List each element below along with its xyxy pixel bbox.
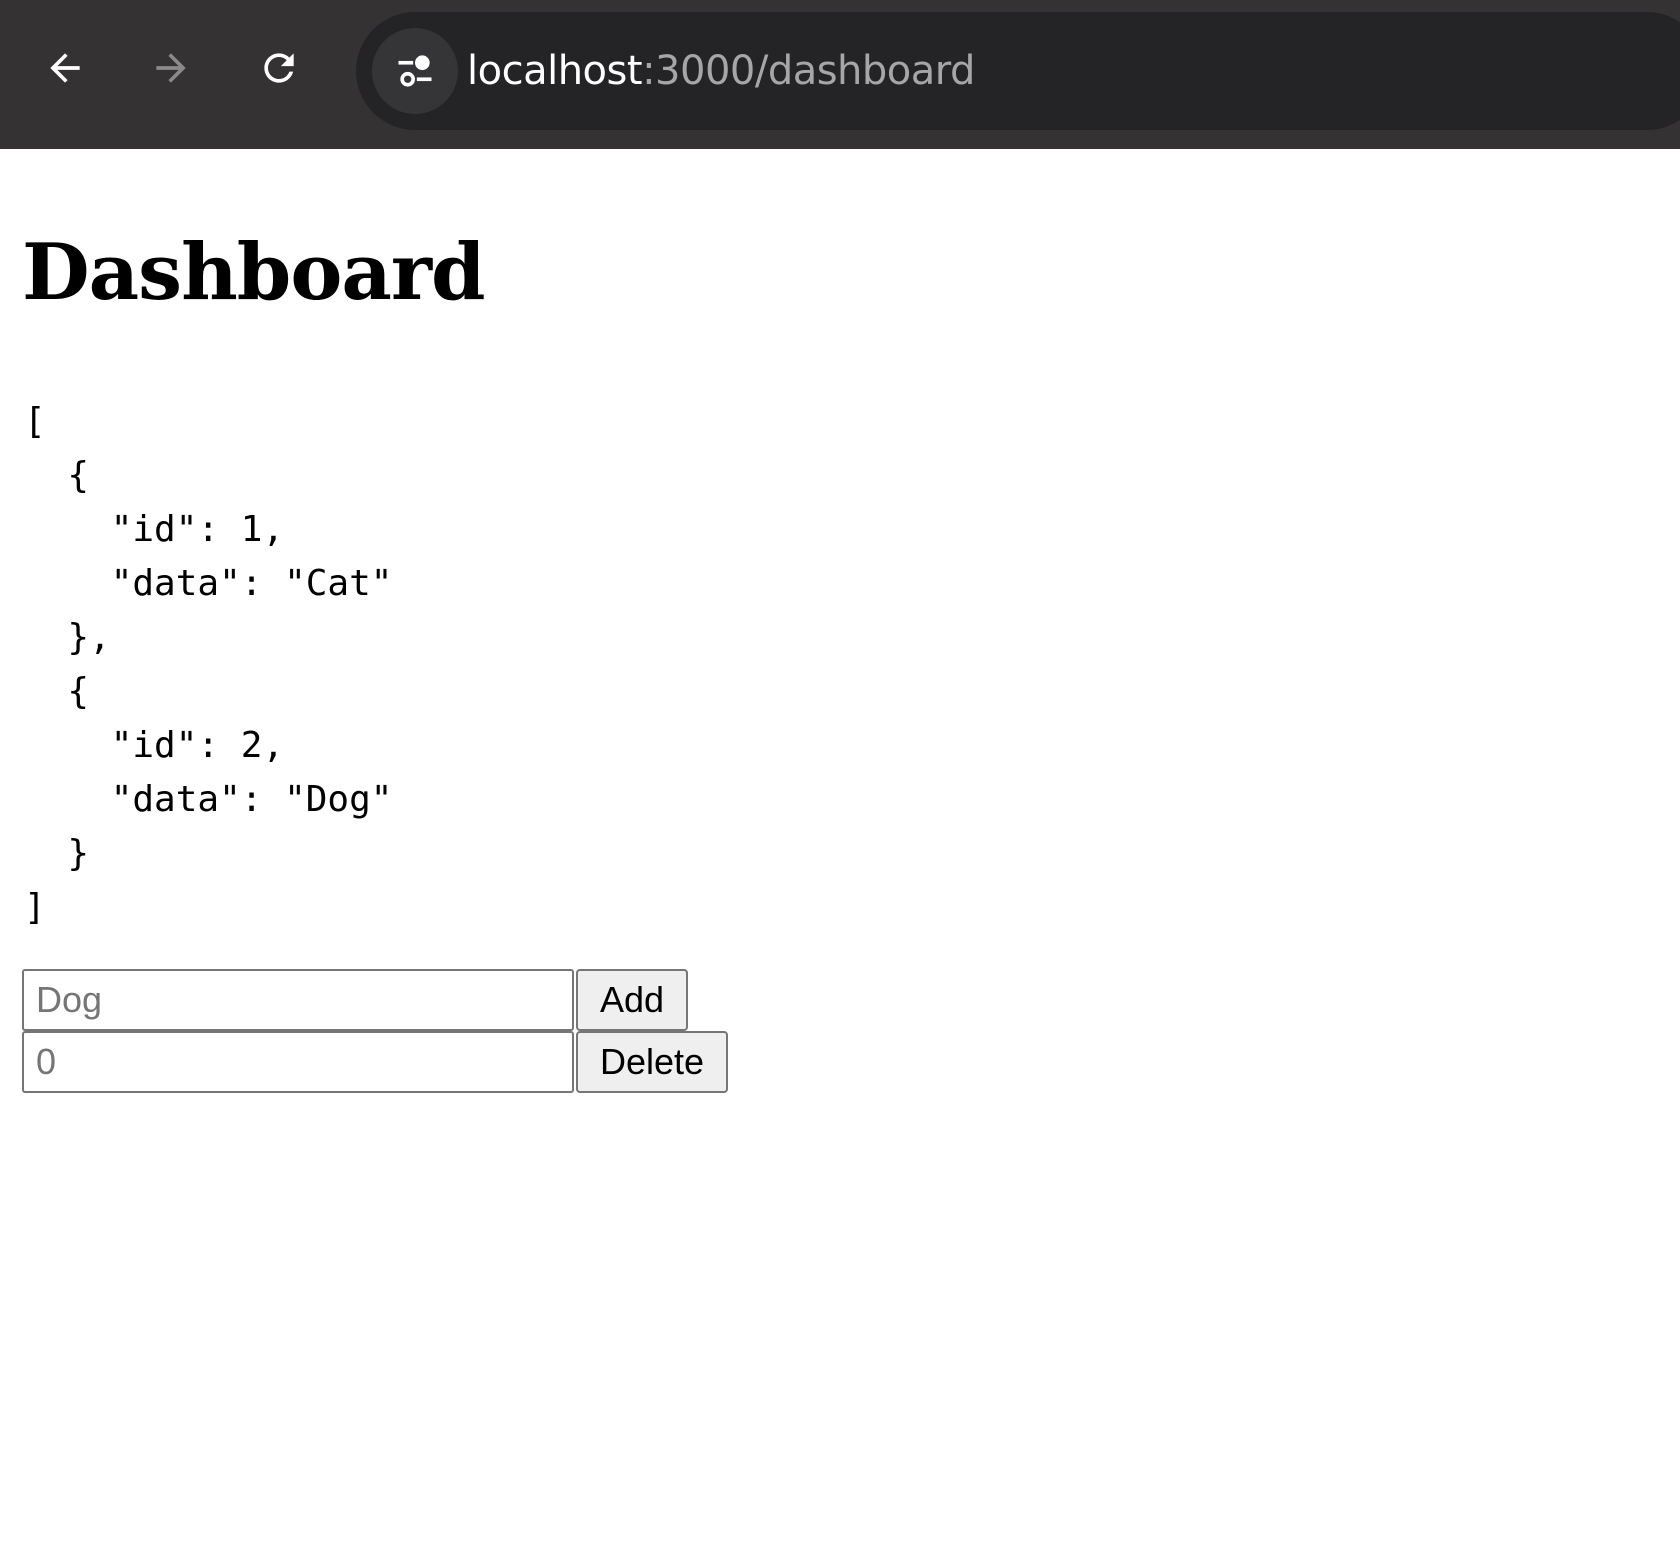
- json-output: [ { "id": 1, "data": "Cat" }, { "id": 2,…: [24, 401, 393, 928]
- arrow-left-icon: [50, 53, 80, 83]
- add-item-input[interactable]: [22, 969, 574, 1031]
- arrow-right-icon: [156, 53, 186, 83]
- back-button[interactable]: [33, 36, 97, 100]
- url-path: :3000/dashboard: [642, 48, 975, 94]
- forward-button[interactable]: [139, 36, 203, 100]
- delete-form: Delete: [22, 1031, 729, 1093]
- delete-id-input[interactable]: [22, 1031, 574, 1093]
- reload-button[interactable]: [247, 36, 311, 100]
- url-host: localhost: [467, 48, 643, 94]
- reload-icon: [264, 53, 294, 83]
- site-info-button[interactable]: [372, 28, 458, 114]
- browser-toolbar: localhost:3000/dashboard: [0, 0, 1680, 149]
- url-text[interactable]: localhost:3000/dashboard: [467, 12, 975, 130]
- add-button[interactable]: Add: [576, 969, 689, 1031]
- page-title: Dashboard: [22, 227, 486, 318]
- add-form: Add: [22, 969, 689, 1031]
- delete-button[interactable]: Delete: [576, 1031, 729, 1093]
- address-bar[interactable]: localhost:3000/dashboard: [356, 12, 1680, 130]
- tune-icon: [398, 55, 432, 87]
